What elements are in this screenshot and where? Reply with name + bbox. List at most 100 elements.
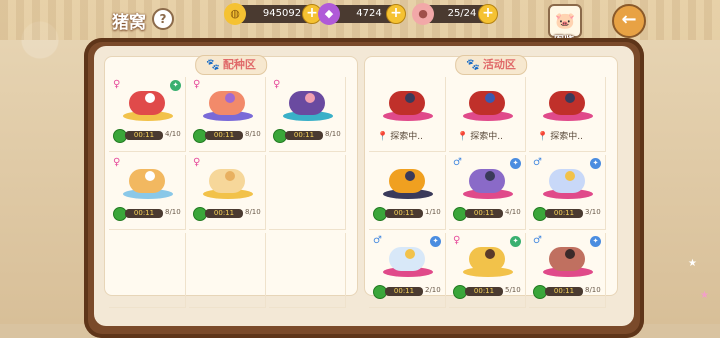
- gem-icon: ◆: [318, 3, 340, 25]
- timer-text: 00:11: [545, 287, 583, 296]
- location-pin-icon: 📍: [537, 132, 549, 142]
- breed-pig-slot[interactable]: ♀ 00:11 8/10: [109, 155, 186, 230]
- pig-status: 00:11 2/10: [373, 285, 443, 299]
- timer-text: 00:11: [125, 131, 163, 140]
- count-text: 5/10: [505, 286, 521, 294]
- location-pin-icon: 📍: [377, 132, 389, 142]
- timer-text: 00:11: [545, 209, 583, 218]
- active-pig-slot[interactable]: ♂ ✦ 00:11 4/10: [449, 155, 526, 230]
- gem-resource: ◆ 4724 +: [318, 3, 406, 25]
- active-pig-slot[interactable]: 00:11 1/10: [369, 155, 446, 230]
- pig-sprite: [199, 165, 253, 199]
- breed-panel-title: 🐾 配种区: [195, 55, 267, 75]
- pig-accent: [565, 249, 575, 259]
- timer-text: 00:11: [385, 287, 423, 296]
- pig-accent: [225, 171, 235, 181]
- active-pig-slot[interactable]: 📍 探索中..: [529, 77, 606, 152]
- count-text: 3/10: [585, 208, 601, 216]
- timer-text: 00:11: [205, 209, 243, 218]
- timer-text: 00:11: [285, 131, 323, 140]
- exploring-status: 📍 探索中..: [377, 129, 423, 142]
- add-capacity-button[interactable]: +: [478, 4, 498, 24]
- add-gem-button[interactable]: +: [386, 4, 406, 24]
- pig-accent: [485, 171, 495, 181]
- pig-sprite: [379, 87, 433, 121]
- pig-sprite: [539, 165, 593, 199]
- pig-status: 00:11 1/10: [373, 207, 443, 221]
- count-text: 8/10: [245, 208, 261, 216]
- pig-accent: [485, 93, 495, 103]
- active-panel: 🐾 活动区 📍 探索中.. 📍 探索中.. 📍 探索中.. 00:11 1/10 ♂ ✦ 00:11 4…: [364, 55, 618, 308]
- active-pig-slot[interactable]: ♂ ✦ 00:11 8/10: [529, 233, 606, 308]
- count-text: 1/10: [425, 208, 441, 216]
- count-text: 8/10: [585, 286, 601, 294]
- pig-sprite: [379, 243, 433, 277]
- timer-text: 00:11: [465, 209, 503, 218]
- active-pig-slot[interactable]: ♂ ✦ 00:11 3/10: [529, 155, 606, 230]
- pig-accent: [225, 93, 235, 103]
- pig-icon: ●: [412, 3, 434, 25]
- paw-icon: 🐾: [206, 58, 220, 71]
- breed-pig-slot[interactable]: ♀ ✦ 00:11 4/10: [109, 77, 186, 152]
- pig-sprite: [199, 87, 253, 121]
- pig-status: 00:11 8/10: [113, 207, 183, 221]
- timer-text: 00:11: [465, 287, 503, 296]
- pig-status: 00:11 5/10: [453, 285, 523, 299]
- star-decoration: ★: [688, 258, 697, 269]
- paw-icon: 🐾: [466, 58, 480, 71]
- breed-panel: 🐾 配种区 ♀ ✦ 00:11 4/10 ♀ 00:11 8/10 ♀ 00:11 8/10 ♀ 00:…: [104, 55, 358, 308]
- star-decoration: ★: [700, 290, 709, 301]
- timer-text: 00:11: [125, 209, 163, 218]
- count-text: 2/10: [425, 286, 441, 294]
- back-button[interactable]: ←: [612, 4, 646, 38]
- count-text: 4/10: [165, 130, 181, 138]
- pig-sprite: [119, 165, 173, 199]
- breed-empty-slot[interactable]: [269, 155, 346, 230]
- active-pig-slot[interactable]: ♀ ✦ 00:11 5/10: [449, 233, 526, 308]
- active-panel-title: 🐾 活动区: [455, 55, 527, 75]
- active-pig-slot[interactable]: 📍 探索中..: [369, 77, 446, 152]
- exploring-text: 探索中..: [390, 132, 423, 142]
- timer-text: 00:11: [205, 131, 243, 140]
- exploring-status: 📍 探索中..: [457, 129, 503, 142]
- pig-sprite: [459, 243, 513, 277]
- pig-status: 00:11 8/10: [533, 285, 603, 299]
- breed-empty-slot[interactable]: [109, 233, 186, 308]
- pig-status: 00:11 4/10: [453, 207, 523, 221]
- breed-pig-slot[interactable]: ♀ 00:11 8/10: [269, 77, 346, 152]
- count-text: 8/10: [165, 208, 181, 216]
- pig-status: 00:11 8/10: [273, 129, 343, 143]
- count-text: 4/10: [505, 208, 521, 216]
- pig-sprite: [459, 87, 513, 121]
- pig-status: 00:11 3/10: [533, 207, 603, 221]
- pig-accent: [405, 171, 415, 181]
- location-pin-icon: 📍: [457, 132, 469, 142]
- breed-empty-slot[interactable]: [189, 233, 266, 308]
- pig-accent: [145, 93, 155, 103]
- breed-pig-slot[interactable]: ♀ 00:11 8/10: [189, 77, 266, 152]
- count-text: 8/10: [325, 130, 341, 138]
- pig-sprite: [539, 243, 593, 277]
- capacity-resource: ● 25/24 +: [412, 3, 498, 25]
- pig-accent: [485, 249, 495, 259]
- pig-accent: [405, 249, 415, 259]
- pig-accent: [305, 93, 315, 103]
- pig-status: 00:11 8/10: [193, 207, 263, 221]
- pig-sprite: [459, 165, 513, 199]
- pig-accent: [145, 171, 155, 181]
- page-title: 猪窝: [112, 13, 146, 33]
- pig-accent: [405, 93, 415, 103]
- exploring-text: 探索中..: [550, 132, 583, 142]
- breed-pig-slot[interactable]: ♀ 00:11 8/10: [189, 155, 266, 230]
- pig-accent: [565, 171, 575, 181]
- active-pig-slot[interactable]: ♂ ✦ 00:11 2/10: [369, 233, 446, 308]
- exploring-status: 📍 探索中..: [537, 129, 583, 142]
- pig-status: 00:11 4/10: [113, 129, 183, 143]
- pig-sprite: [279, 87, 333, 121]
- breed-empty-slot[interactable]: [269, 233, 346, 308]
- pig-accent: [565, 93, 575, 103]
- pig-sprite: [379, 165, 433, 199]
- active-pig-slot[interactable]: 📍 探索中..: [449, 77, 526, 152]
- pig-status: 00:11 8/10: [193, 129, 263, 143]
- help-icon[interactable]: ?: [152, 8, 174, 30]
